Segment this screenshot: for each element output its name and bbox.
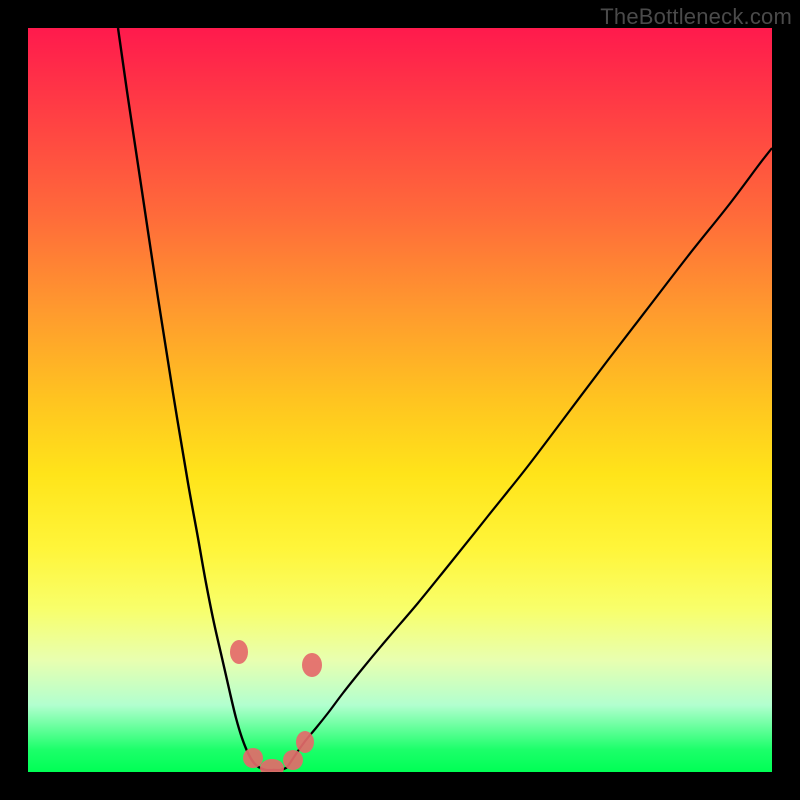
outer-frame: TheBottleneck.com <box>0 0 800 800</box>
m-floor-4 <box>296 731 314 753</box>
m-right-upper <box>302 653 322 677</box>
m-floor-2 <box>260 759 284 772</box>
chart-svg <box>28 28 772 772</box>
m-floor-3 <box>283 750 303 770</box>
m-left-upper <box>230 640 248 664</box>
watermark-text: TheBottleneck.com <box>600 4 792 30</box>
right-curve <box>288 148 772 766</box>
plot-area <box>28 28 772 772</box>
markers-group <box>230 640 322 772</box>
m-floor-1 <box>243 748 263 768</box>
